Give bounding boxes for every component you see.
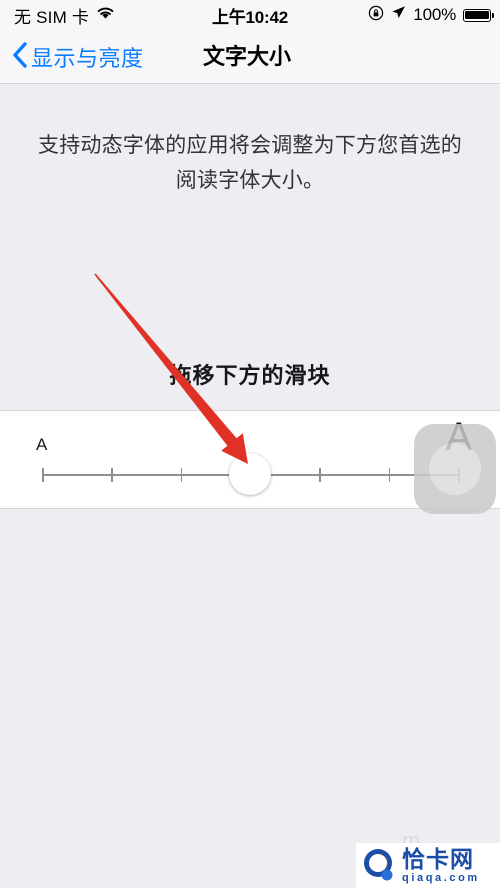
touch-highlight-bubble (414, 424, 496, 514)
site-watermark: 恰卡网 qiaqa.com (356, 843, 500, 888)
phone-screen: 无 SIM 卡 上午10:42 100% 显示与亮度 文字大小 支持动态字体的应… (0, 0, 500, 888)
battery-percent-label: 100% (413, 5, 456, 24)
status-bar: 无 SIM 卡 上午10:42 100% (0, 0, 500, 30)
navigation-bar: 显示与亮度 文字大小 (0, 30, 500, 84)
text-size-slider-knob[interactable] (229, 453, 271, 495)
rotation-lock-icon (368, 5, 384, 26)
watermark-brand-name: 恰卡网 (402, 845, 474, 872)
page-title: 文字大小 (202, 44, 291, 69)
location-arrow-icon (391, 5, 406, 25)
watermark-text-block: 恰卡网 qiaqa.com (402, 845, 480, 884)
slider-tick[interactable] (319, 468, 321, 482)
description-text: 支持动态字体的应用将会调整为下方您首选的阅读字体大小。 (38, 134, 462, 192)
small-a-label: A (36, 435, 48, 454)
slider-tick[interactable] (180, 468, 183, 482)
watermark-brand-url: qiaqa.com (402, 871, 480, 884)
status-bar-right: 100% (368, 5, 495, 26)
slider-tick[interactable] (42, 468, 44, 482)
slider-tick[interactable] (111, 468, 113, 482)
battery-full-icon (463, 8, 495, 22)
annotation-label: 拖移下方的滑块 (169, 363, 331, 388)
qiaqa-logo-icon (360, 846, 400, 886)
slider-tick[interactable] (388, 468, 391, 482)
